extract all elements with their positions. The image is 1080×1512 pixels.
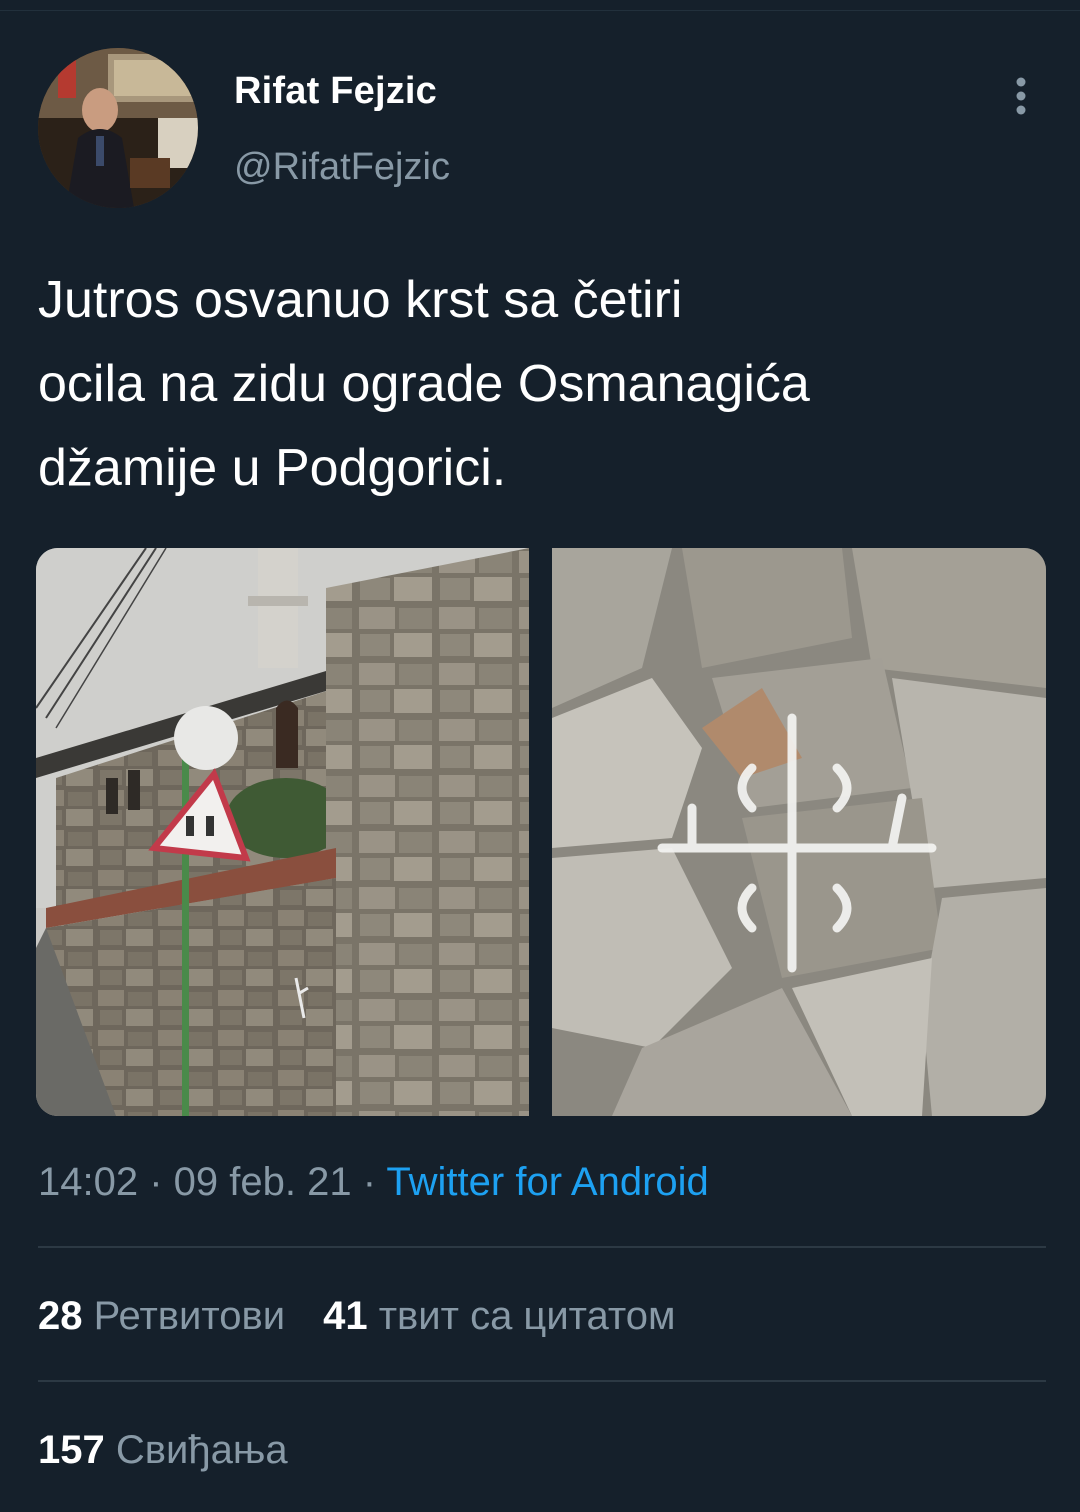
tweet-date: 09 feb. 21 (173, 1160, 352, 1204)
photo-graffiti-closeup[interactable] (552, 548, 1046, 1116)
stats-row-retweets: 28 Ретвитови 41 твит са цитатом (38, 1294, 676, 1339)
more-vertical-icon[interactable] (1004, 74, 1038, 118)
tweet-source-link[interactable]: Twitter for Android (386, 1160, 708, 1204)
retweets-count: 28 (38, 1294, 83, 1338)
author-handle[interactable]: @RifatFejzic (234, 146, 450, 189)
quotes-label: твит са цитатом (378, 1294, 676, 1338)
photo-mosque-wall[interactable] (36, 548, 529, 1116)
avatar[interactable] (38, 48, 198, 208)
meta-separator: · (351, 1160, 387, 1204)
retweets-label: Ретвитови (93, 1294, 286, 1338)
retweets-stat[interactable]: 28 Ретвитови (38, 1294, 285, 1338)
likes-stat[interactable]: 157 Свиђања (38, 1428, 288, 1472)
author-name[interactable]: Rifat Fejzic (234, 70, 437, 113)
tweet-line: džamije u Podgorici. (38, 439, 507, 497)
divider (38, 1246, 1046, 1248)
likes-count: 157 (38, 1428, 105, 1472)
quotes-count: 41 (323, 1294, 368, 1338)
tweet-meta: 14:02 · 09 feb. 21 · Twitter for Android (38, 1160, 709, 1205)
tweet-line: ocila na zidu ograde Osmanagića (38, 355, 810, 413)
tweet-detail-page: Rifat Fejzic @RifatFejzic Jutros osvanuo… (0, 0, 1080, 1512)
divider (38, 1380, 1046, 1382)
tweet-line: Jutros osvanuo krst sa četiri (38, 271, 683, 329)
tweet-text: Jutros osvanuo krst sa četiri ocila na z… (38, 258, 1048, 510)
stats-row-likes: 157 Свиђања (38, 1428, 288, 1473)
tweet-time: 14:02 (38, 1160, 139, 1204)
top-divider (0, 10, 1080, 11)
meta-separator: · (138, 1160, 174, 1204)
tweet-media (36, 548, 1046, 1116)
quotes-stat[interactable]: 41 твит са цитатом (323, 1294, 675, 1338)
likes-label: Свиђања (115, 1428, 288, 1472)
